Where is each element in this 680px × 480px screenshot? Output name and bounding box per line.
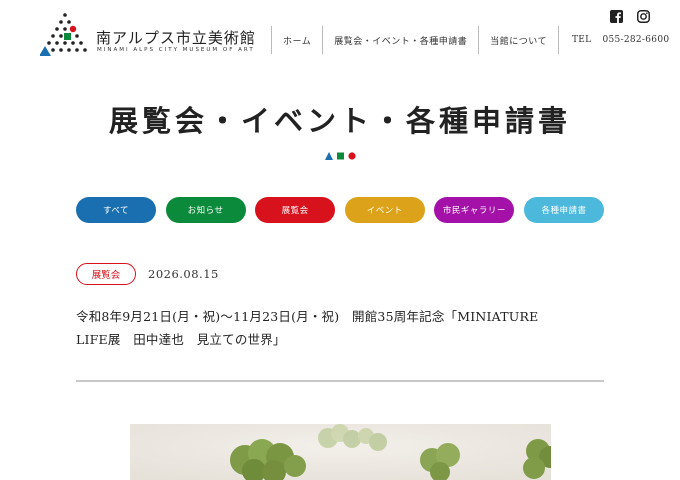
- post-title-line-2: LIFE展 田中達也 見立ての世界」: [76, 332, 286, 347]
- site-header: 南アルプス市立美術館 MINAMI ALPS CITY MUSEUM OF AR…: [0, 0, 680, 75]
- category-citizen-gallery-button[interactable]: 市民ギャラリー: [434, 197, 515, 223]
- category-news-button[interactable]: お知らせ: [165, 197, 246, 223]
- tel-label: TEL: [571, 35, 592, 45]
- instagram-icon[interactable]: [637, 10, 650, 23]
- post-title-line-1: 令和8年9月21日(月・祝)〜11月23日(月・祝) 開館35周年記念「MINI…: [76, 309, 539, 324]
- post-meta: 展覧会 2026.08.15: [76, 263, 219, 285]
- category-applications-button[interactable]: 各種申請書: [523, 197, 604, 223]
- post-title: 令和8年9月21日(月・祝)〜11月23日(月・祝) 開館35周年記念「MINI…: [76, 305, 604, 351]
- broccoli-image-icon: [130, 424, 551, 480]
- logo-subtitle: MINAMI ALPS CITY MUSEUM OF ART: [97, 47, 255, 53]
- exhibition-photo: [130, 424, 551, 480]
- post-category-tag[interactable]: 展覧会: [76, 263, 136, 285]
- logo-title: 南アルプス市立美術館: [96, 29, 256, 47]
- tel-info: TEL 055-282-6600: [557, 26, 669, 54]
- category-filter: すべて お知らせ 展覧会 イベント 市民ギャラリー 各種申請書: [76, 197, 604, 223]
- social-links: [610, 10, 650, 23]
- category-exhibition-button[interactable]: 展覧会: [255, 197, 336, 223]
- page-title: 展覧会・イベント・各種申請書: [108, 104, 571, 138]
- logo-mark-icon: [40, 13, 87, 56]
- shape-decoration-icon: [325, 152, 356, 160]
- category-event-button[interactable]: イベント: [344, 197, 425, 223]
- site-logo[interactable]: 南アルプス市立美術館 MINAMI ALPS CITY MUSEUM OF AR…: [40, 12, 270, 62]
- nav-item-exhibitions-events[interactable]: 展覧会・イベント・各種申請書: [322, 26, 478, 54]
- post-date: 2026.08.15: [148, 267, 219, 281]
- category-all-button[interactable]: すべて: [76, 197, 156, 223]
- global-nav: ホーム 展覧会・イベント・各種申請書 当館について TEL 055-282-66…: [271, 26, 669, 54]
- nav-item-home[interactable]: ホーム: [271, 26, 322, 54]
- facebook-icon[interactable]: [610, 10, 623, 23]
- tel-number[interactable]: 055-282-6600: [602, 35, 669, 45]
- nav-item-about[interactable]: 当館について: [478, 26, 558, 54]
- divider: [76, 380, 604, 382]
